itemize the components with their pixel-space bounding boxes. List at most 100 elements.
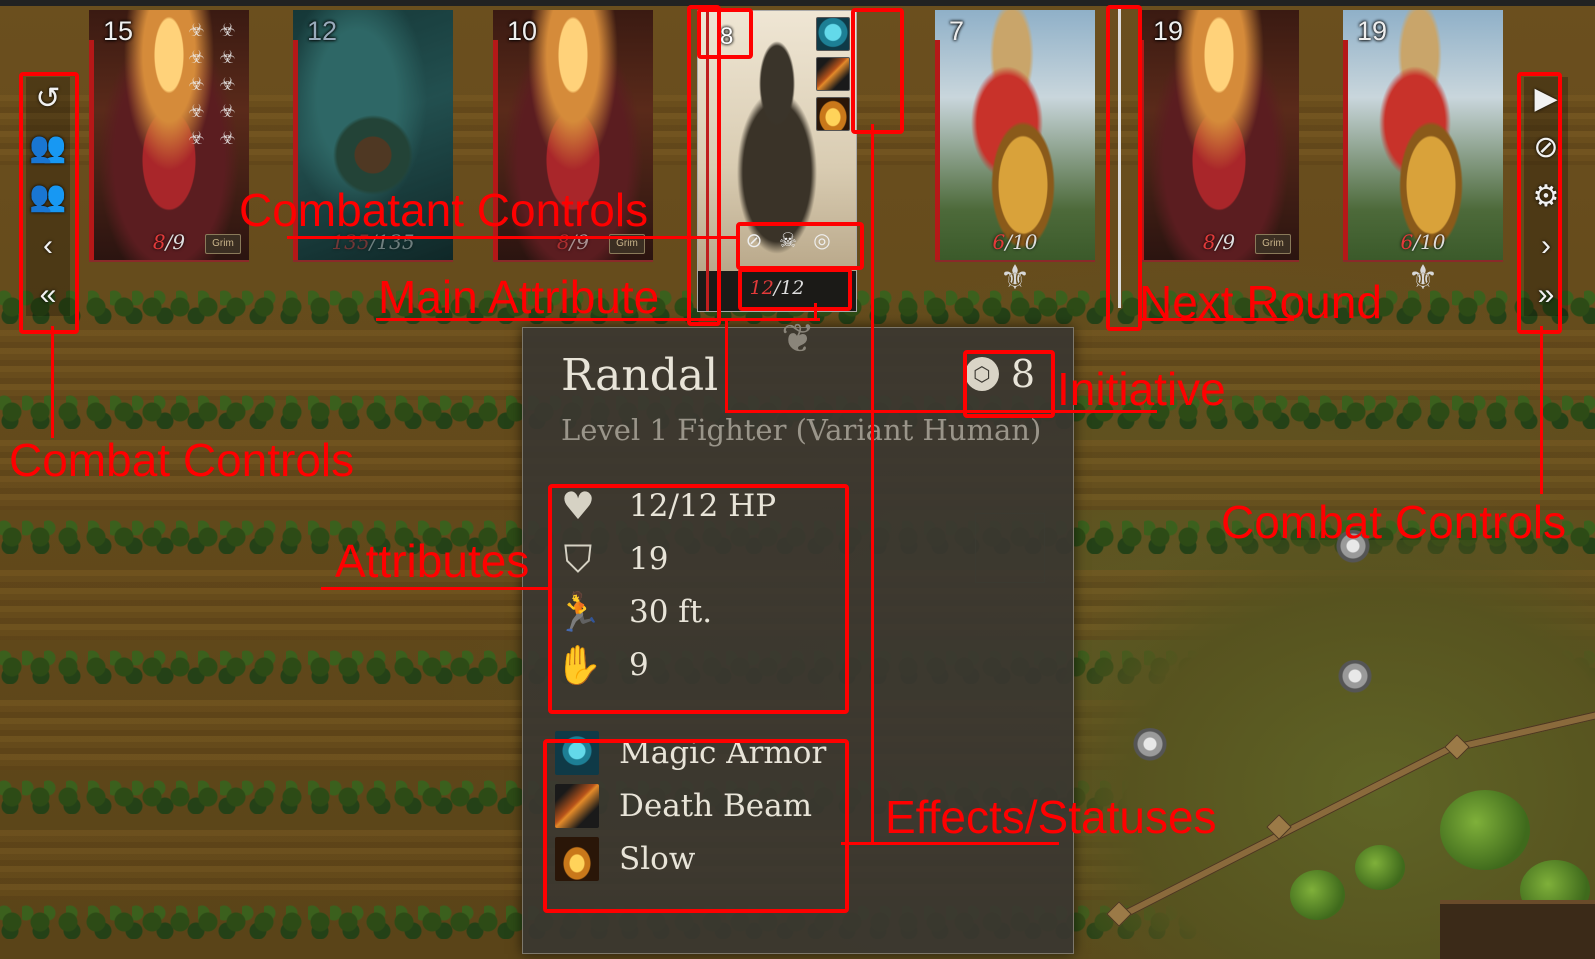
condition-icon: ☣ <box>219 47 236 67</box>
effect-label: Magic Armor <box>619 735 827 771</box>
hp-bar <box>493 40 498 260</box>
target-icon[interactable]: ◎ <box>810 229 834 253</box>
top-strip <box>0 0 1595 6</box>
undo-icon[interactable]: ↺ <box>28 77 68 120</box>
attribute-passive[interactable]: ✋ 9 <box>555 642 649 688</box>
condition-icon: ☣ <box>188 47 205 67</box>
initiative-value: 8 <box>1010 352 1035 396</box>
combatant-hp: 12/12 <box>749 277 805 299</box>
hp-bar <box>293 40 298 260</box>
combatant-portrait <box>935 10 1095 260</box>
chevron-left-icon[interactable]: ‹ <box>28 224 68 267</box>
attribute-speed[interactable]: 🏃 30 ft. <box>555 589 712 635</box>
chevron-right-icon[interactable]: › <box>1526 224 1566 267</box>
play-icon[interactable]: ▶ <box>1526 77 1566 120</box>
attribute-value: 30 ft. <box>629 594 713 630</box>
effect-item[interactable]: Slow <box>555 837 695 881</box>
group-icon[interactable]: 👥 <box>28 126 68 169</box>
combatant-initiative: 12 <box>307 16 338 46</box>
map-token[interactable] <box>1130 728 1170 768</box>
right-combat-controls: ▶ ⊘ ⚙ › » <box>1524 77 1568 316</box>
combatant-initiative: 19 <box>1357 16 1388 46</box>
condition-icon: ☣ <box>188 128 205 148</box>
combatant-initiative: 15 <box>103 16 134 46</box>
attribute-value: 12/12 HP <box>629 488 777 524</box>
combatant-portrait <box>1343 10 1503 260</box>
attribute-hp[interactable]: ♥ 12/12 HP <box>555 483 776 529</box>
bush <box>1355 845 1405 890</box>
attribute-value: 9 <box>629 647 649 683</box>
combatant-card[interactable]: 15 ☣ ☣ ☣ ☣ ☣ ☣ ☣ ☣ ☣ ☣ 8/9 Grim <box>89 10 249 262</box>
combatant-card[interactable]: 12 135/135 <box>293 10 453 262</box>
condition-icon: ☣ <box>219 20 236 40</box>
skull-icon[interactable]: ☠ <box>776 229 800 253</box>
card-flourish: ⚜ <box>1407 259 1439 297</box>
effects-column <box>816 17 850 131</box>
combatant-hp: 6/10 <box>992 230 1038 254</box>
condition-icon: ☣ <box>188 101 205 121</box>
card-flourish: ⚜ <box>999 259 1031 297</box>
slow-icon[interactable] <box>816 97 850 131</box>
hp-bar <box>1343 40 1348 260</box>
hp-bar <box>935 40 940 260</box>
hp-bar <box>1139 40 1144 260</box>
next-round-divider[interactable] <box>1118 8 1121 308</box>
ban-icon[interactable]: ⊘ <box>1526 126 1566 169</box>
effect-item[interactable]: Death Beam <box>555 784 812 828</box>
combatant-hp: 135/135 <box>331 230 415 254</box>
hp-bar <box>89 40 94 260</box>
building-roof <box>1440 900 1595 959</box>
shield-icon: ⛉ <box>563 537 593 581</box>
death-beam-icon <box>555 784 599 828</box>
heart-icon: ♥ <box>560 484 596 528</box>
double-chevron-left-icon[interactable]: « <box>28 273 68 316</box>
combatant-card[interactable]: 7 6/10 <box>935 10 1095 262</box>
combatant-subtitle: Level 1 Fighter (Variant Human) <box>561 413 1042 447</box>
death-beam-icon[interactable] <box>816 57 850 91</box>
combatant-controls: ⊘ ☠ ◎ <box>742 229 834 253</box>
group-settings-icon[interactable]: 👥 <box>28 175 68 218</box>
effect-label: Death Beam <box>619 788 812 824</box>
magic-armor-icon[interactable] <box>816 17 850 51</box>
slow-icon <box>555 837 599 881</box>
condition-icon: ☣ <box>188 74 205 94</box>
eye-slash-icon[interactable]: ⊘ <box>742 229 766 253</box>
combatant-hp: 6/10 <box>1400 230 1446 254</box>
initiative-display: ⬡ 8 <box>964 352 1035 396</box>
running-icon: 🏃 <box>555 590 603 634</box>
conditions-grid: ☣ ☣ ☣ ☣ ☣ ☣ ☣ ☣ ☣ ☣ <box>183 20 241 149</box>
magic-armor-icon <box>555 731 599 775</box>
grim-badge: Grim <box>1255 234 1291 254</box>
combatant-name: Randal <box>561 350 719 401</box>
effect-label: Slow <box>619 841 696 877</box>
dim-overlay <box>293 10 453 260</box>
combatant-initiative: 19 <box>1153 16 1184 46</box>
combatant-portrait <box>1139 10 1299 260</box>
combatant-card[interactable]: 10 8/9 Grim <box>493 10 653 262</box>
condition-icon: ☣ <box>219 74 236 94</box>
combatant-card[interactable]: 19 8/9 Grim <box>1139 10 1299 262</box>
d20-icon: ⬡ <box>964 357 999 391</box>
attribute-ac[interactable]: ⛉ 19 <box>555 536 669 582</box>
bush <box>1290 870 1345 920</box>
combatant-card[interactable]: 19 6/10 <box>1343 10 1503 262</box>
bush <box>1440 790 1530 870</box>
condition-icon: ☣ <box>219 101 236 121</box>
condition-icon: ☣ <box>219 128 236 148</box>
attribute-value: 19 <box>629 541 669 577</box>
grim-badge: Grim <box>205 234 241 254</box>
effect-item[interactable]: Magic Armor <box>555 731 826 775</box>
combatant-initiative: 8 <box>720 23 734 50</box>
active-combatant-card[interactable]: 8 ⊘ ☠ ◎ 12/12 <box>697 10 857 312</box>
double-chevron-right-icon[interactable]: » <box>1526 273 1566 316</box>
grim-badge: Grim <box>609 234 645 254</box>
hp-bar <box>706 11 709 311</box>
condition-icon: ☣ <box>188 20 205 40</box>
map-token[interactable] <box>1335 660 1375 700</box>
map-token[interactable] <box>1333 530 1373 570</box>
gear-icon[interactable]: ⚙ <box>1526 175 1566 218</box>
combatant-details-panel: ❦ Randal ⬡ 8 Level 1 Fighter (Variant Hu… <box>522 316 1074 954</box>
left-combat-controls: ↺ 👥 👥 ‹ « <box>26 77 70 316</box>
combatant-portrait <box>493 10 653 260</box>
hand-icon: ✋ <box>555 643 603 687</box>
